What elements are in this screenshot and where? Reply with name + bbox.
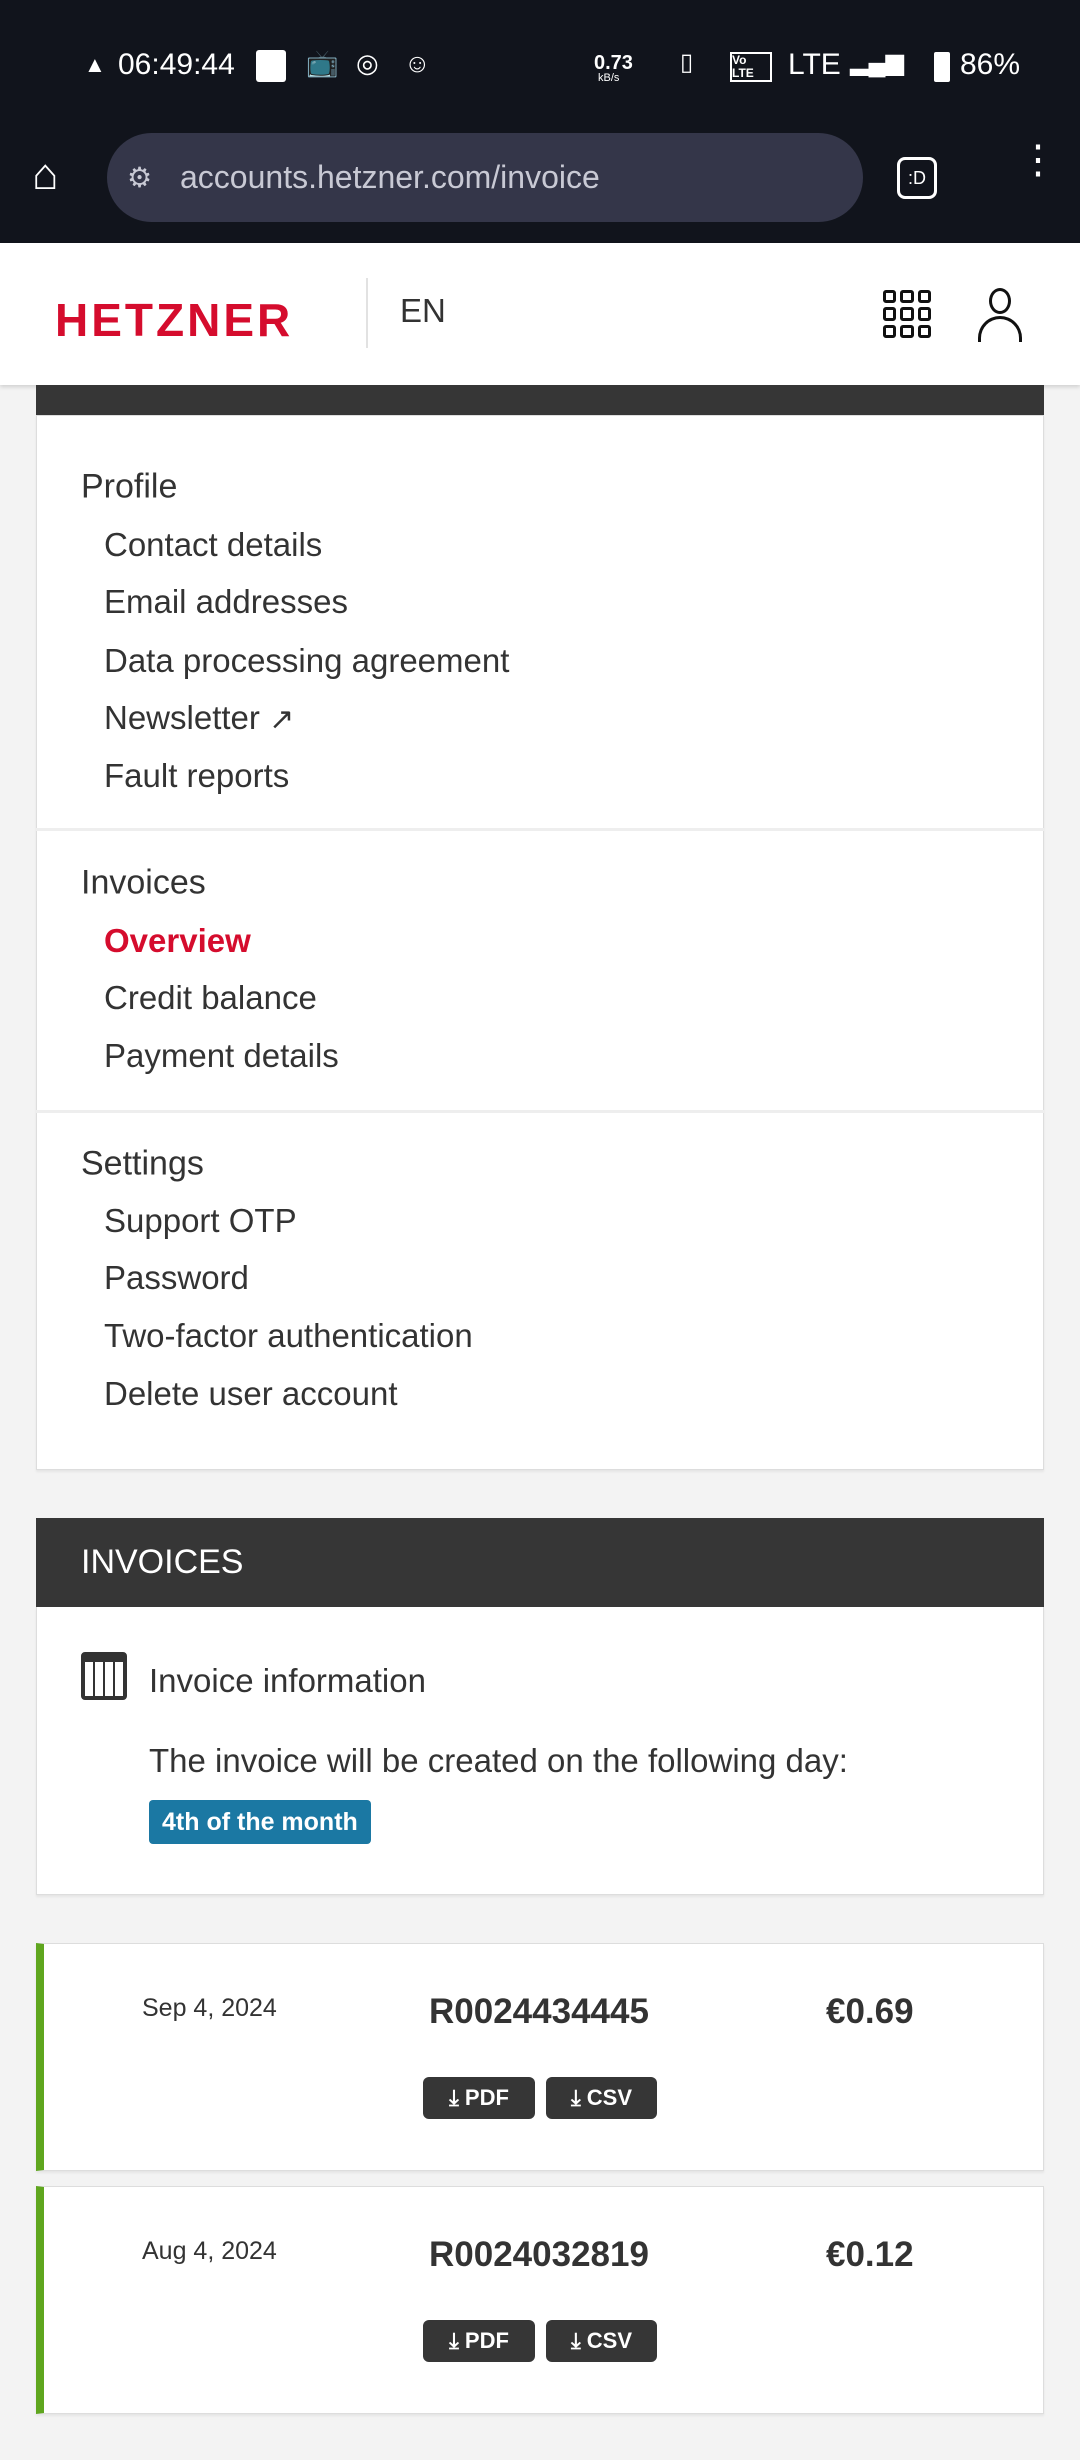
site-header: HETZNER EN <box>0 243 1080 385</box>
home-icon[interactable]: ⌂ <box>32 150 59 200</box>
calendar-icon <box>81 1652 127 1700</box>
newsletter-label: Newsletter <box>104 699 260 736</box>
tab-switcher-button[interactable]: :D <box>897 157 937 199</box>
download-icon: ⤓ <box>570 2328 581 2353</box>
signal-icon: ▂▄▆ <box>850 49 904 76</box>
pdf-label: PDF <box>464 2328 509 2353</box>
invoice-number[interactable]: R0024434445 <box>429 1992 649 2032</box>
invoice-day-badge: 4th of the month <box>149 1800 371 1844</box>
apps-grid-icon[interactable] <box>883 290 931 338</box>
vibrate-icon: ▯ <box>680 49 694 76</box>
invoice-row[interactable]: Aug 4, 2024 R0024032819 €0.12 ⤓ PDF ⤓ CS… <box>36 2186 1044 2414</box>
menu-heading-profile: Profile <box>81 467 178 506</box>
site-settings-icon[interactable]: ⚙ <box>127 133 152 222</box>
invoice-amount: €0.69 <box>826 1992 914 2031</box>
app-icon: ◎ <box>356 48 379 78</box>
invoice-info-title: Invoice information <box>149 1662 426 1699</box>
header-divider <box>366 278 368 348</box>
url-bar[interactable]: ⚙ accounts.hetzner.com/invoice <box>107 133 863 222</box>
download-icon: ⤓ <box>570 2085 581 2110</box>
invoice-date: Sep 4, 2024 <box>142 1994 277 2022</box>
battery-icon <box>934 52 950 82</box>
csv-label: CSV <box>586 2085 633 2110</box>
menu-item-contact-details[interactable]: Contact details <box>104 526 322 564</box>
invoices-heading: INVOICES <box>36 1518 1044 1607</box>
cat-icon: ☺ <box>404 48 431 78</box>
menu-heading-invoices: Invoices <box>81 863 206 902</box>
invoice-date: Aug 4, 2024 <box>142 2237 277 2265</box>
menu-item-two-factor[interactable]: Two-factor authentication <box>104 1317 473 1355</box>
menu-item-support-otp[interactable]: Support OTP <box>104 1202 297 1240</box>
download-pdf-button[interactable]: ⤓ PDF <box>423 2077 535 2119</box>
menu-divider <box>36 828 1044 831</box>
menu-divider <box>36 1110 1044 1113</box>
url-text: accounts.hetzner.com/invoice <box>180 159 600 195</box>
menu-item-newsletter[interactable]: Newsletter ↗ <box>104 699 294 737</box>
notification-icon <box>256 50 286 82</box>
download-pdf-button[interactable]: ⤓ PDF <box>423 2320 535 2362</box>
net-unit: kB/s <box>598 72 620 84</box>
csv-label: CSV <box>586 2328 633 2353</box>
menu-heading-settings: Settings <box>81 1144 204 1183</box>
hetzner-logo[interactable]: HETZNER <box>55 293 293 347</box>
tv-icon: 📺 <box>306 48 339 78</box>
invoice-amount: €0.12 <box>826 2235 914 2274</box>
external-link-icon: ↗ <box>269 703 295 736</box>
menu-item-password[interactable]: Password <box>104 1259 249 1297</box>
download-csv-button[interactable]: ⤓ CSV <box>546 2320 657 2362</box>
menu-item-email-addresses[interactable]: Email addresses <box>104 583 348 621</box>
download-icon: ⤓ <box>449 2085 459 2110</box>
menu-card-header <box>36 385 1044 415</box>
menu-item-delete-account[interactable]: Delete user account <box>104 1375 398 1413</box>
invoice-info-text: The invoice will be created on the follo… <box>149 1742 848 1779</box>
status-time: 06:49:44 <box>118 48 235 81</box>
android-icon: ▲ <box>84 52 106 77</box>
system-and-browser-bar: ▲ 06:49:44 📺 ◎ ☺ 0.73 kB/s ▯ Vo LTE LTE ▂… <box>0 0 1080 243</box>
menu-item-fault-reports[interactable]: Fault reports <box>104 757 289 795</box>
menu-item-payment-details[interactable]: Payment details <box>104 1037 339 1075</box>
user-icon[interactable] <box>978 288 1022 342</box>
volte-icon: Vo LTE <box>730 52 772 82</box>
invoice-number[interactable]: R0024032819 <box>429 2235 649 2275</box>
network-type: LTE <box>788 48 841 81</box>
invoice-row[interactable]: Sep 4, 2024 R0024434445 €0.69 ⤓ PDF ⤓ CS… <box>36 1943 1044 2171</box>
more-menu-icon[interactable]: ⋮ <box>1018 140 1058 180</box>
pdf-label: PDF <box>464 2085 509 2110</box>
menu-item-overview[interactable]: Overview <box>104 922 251 960</box>
menu-item-data-processing[interactable]: Data processing agreement <box>104 642 509 680</box>
battery-level: 86% <box>960 48 1021 81</box>
invoice-info-card: Invoice information The invoice will be … <box>36 1607 1044 1895</box>
download-icon: ⤓ <box>449 2328 459 2353</box>
download-csv-button[interactable]: ⤓ CSV <box>546 2077 657 2119</box>
menu-item-credit-balance[interactable]: Credit balance <box>104 979 317 1017</box>
language-selector[interactable]: EN <box>400 292 446 330</box>
